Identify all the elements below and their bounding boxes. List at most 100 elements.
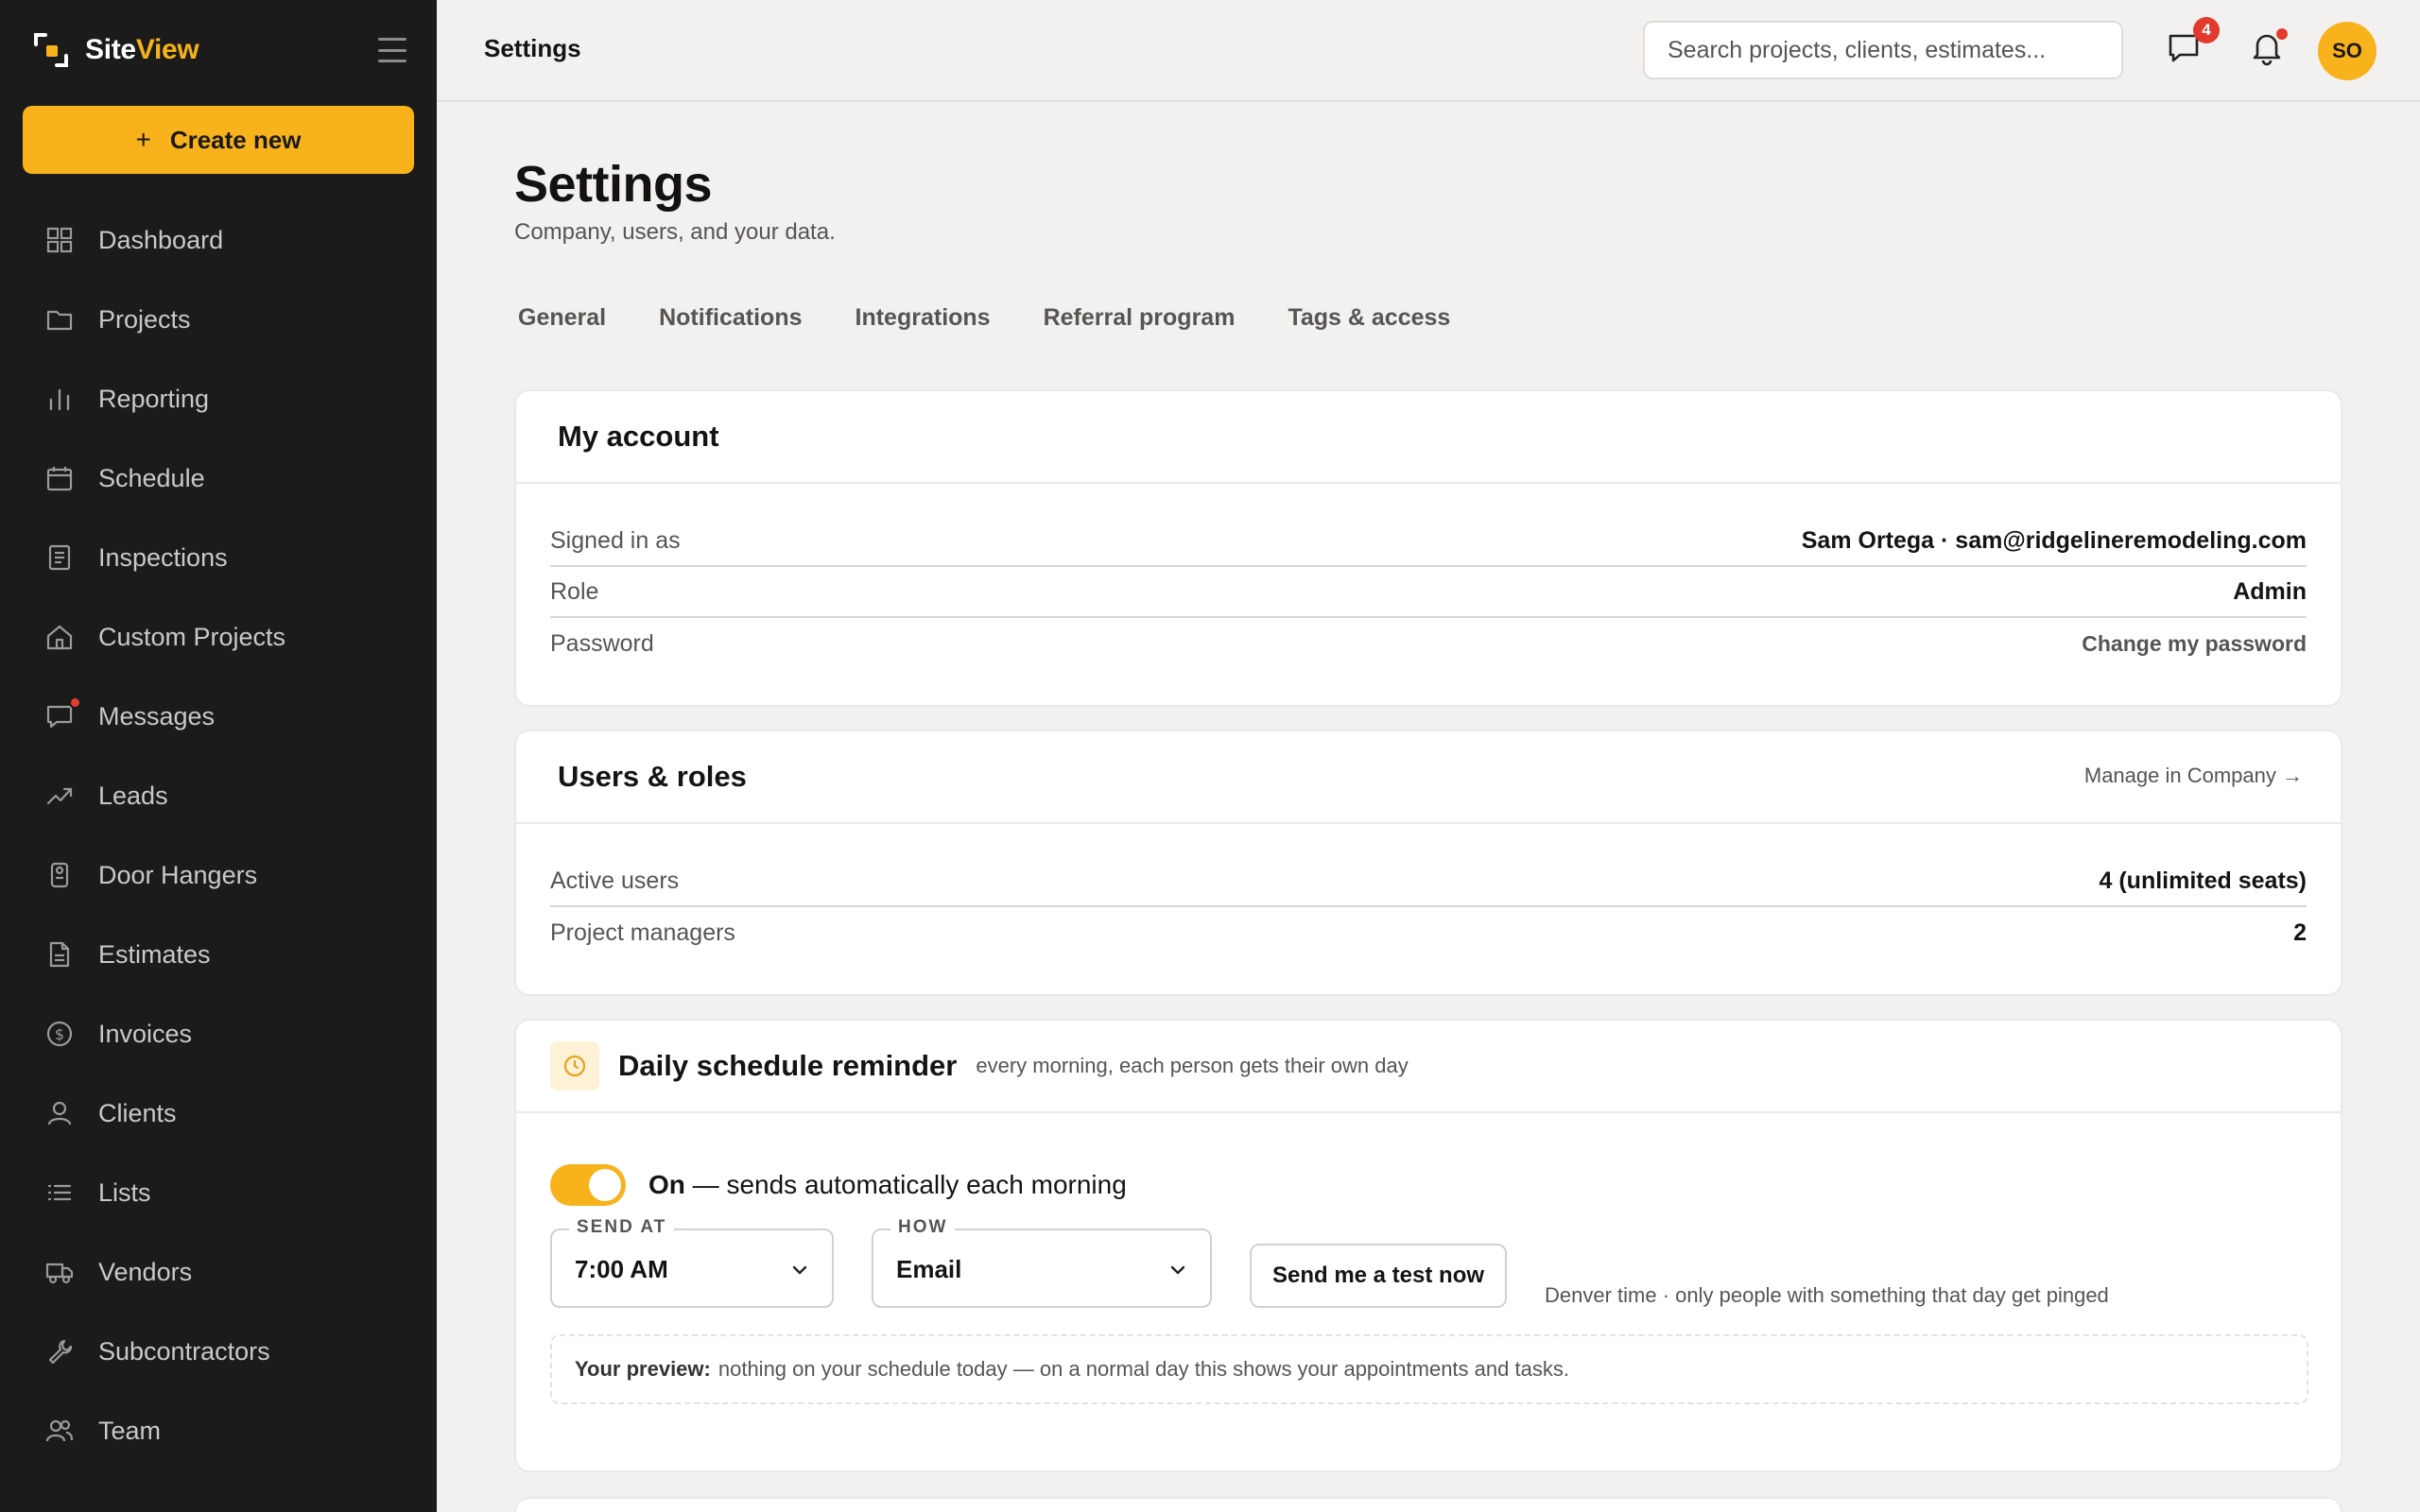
card-title: My account: [558, 420, 719, 453]
document-icon: [45, 940, 74, 969]
door-hanger-icon: [45, 861, 74, 889]
sidebar-item-label: Custom Projects: [98, 622, 286, 651]
team-icon: [45, 1417, 74, 1445]
bar-chart-icon: [45, 385, 74, 413]
users-row-project-managers: Project managers 2: [550, 907, 2307, 958]
row-label: Active users: [550, 867, 680, 894]
row-label: Signed in as: [550, 526, 681, 554]
topbar-title: Settings: [484, 34, 581, 62]
chevron-down-icon: [1170, 1265, 1185, 1275]
search-input[interactable]: [1643, 21, 2123, 79]
sidebar-item-label: Projects: [98, 304, 191, 334]
dashboard-icon: [45, 226, 74, 254]
row-label: Project managers: [550, 919, 735, 946]
card-title: Daily schedule reminder: [618, 1049, 958, 1082]
page-subtitle: Company, users, and your data.: [514, 219, 836, 245]
sidebar-item-leads[interactable]: Leads: [0, 756, 437, 835]
sidebar-item-reporting[interactable]: Reporting: [0, 359, 437, 438]
next-card: [514, 1497, 2342, 1512]
sidebar-item-invoices[interactable]: $ Invoices: [0, 994, 437, 1074]
avatar[interactable]: SO: [2318, 22, 2377, 80]
plus-icon: +: [135, 125, 151, 154]
sidebar-item-label: Dashboard: [98, 225, 224, 254]
brand-name: SiteView: [85, 34, 199, 65]
reminder-toggle[interactable]: [550, 1164, 626, 1206]
sidebar-item-vendors[interactable]: Vendors: [0, 1232, 437, 1312]
sidebar: SiteView + Create new Dashboard Projects…: [0, 0, 437, 1512]
sidebar-item-door-hangers[interactable]: Door Hangers: [0, 835, 437, 915]
my-account-card: My account Signed in as Sam Ortega · sam…: [514, 389, 2342, 707]
reminder-toggle-row: On — sends automatically each morning: [550, 1164, 1127, 1206]
notification-dot: [2276, 28, 2288, 40]
tab-general[interactable]: General: [518, 304, 606, 332]
preview-label: Your preview:: [575, 1357, 711, 1381]
tab-integrations[interactable]: Integrations: [856, 304, 991, 332]
menu-toggle-icon[interactable]: [378, 38, 406, 62]
sidebar-item-custom-projects[interactable]: Custom Projects: [0, 597, 437, 677]
sidebar-item-label: Clients: [98, 1098, 177, 1127]
card-subtitle: every morning, each person gets their ow…: [976, 1054, 1409, 1077]
card-header: Users & roles Manage in Company →: [516, 731, 2341, 824]
clock-icon: [550, 1041, 599, 1091]
card-header: My account: [516, 391, 2341, 484]
how-select[interactable]: HOW Email: [872, 1217, 1212, 1308]
change-password-link[interactable]: Change my password: [2082, 631, 2307, 657]
row-label: Role: [550, 577, 599, 605]
field-value: 7:00 AM: [575, 1255, 668, 1283]
sidebar-item-label: Subcontractors: [98, 1336, 270, 1366]
tab-referral-program[interactable]: Referral program: [1044, 304, 1236, 332]
sidebar-item-inspections[interactable]: Inspections: [0, 518, 437, 597]
sidebar-item-messages[interactable]: Messages: [0, 677, 437, 756]
sidebar-item-label: Invoices: [98, 1019, 193, 1048]
send-test-button[interactable]: Send me a test now: [1250, 1244, 1507, 1308]
sidebar-item-subcontractors[interactable]: Subcontractors: [0, 1312, 437, 1391]
sidebar-item-label: Lists: [98, 1177, 151, 1207]
preview-text: nothing on your schedule today — on a no…: [717, 1357, 1569, 1381]
timezone-note: Denver time · only people with something…: [1545, 1283, 2109, 1307]
sidebar-item-dashboard[interactable]: Dashboard: [0, 200, 437, 280]
sidebar-item-label: Inspections: [98, 542, 228, 572]
row-value: Admin: [2233, 577, 2307, 605]
manage-in-company-link[interactable]: Manage in Company →: [2084, 764, 2303, 788]
user-icon: [45, 1099, 74, 1127]
wrench-icon: [45, 1337, 74, 1366]
calendar-icon: [45, 464, 74, 492]
sidebar-item-clients[interactable]: Clients: [0, 1074, 437, 1153]
sidebar-item-projects[interactable]: Projects: [0, 280, 437, 359]
list-icon: [45, 1178, 74, 1207]
row-value: 4 (unlimited seats): [2099, 867, 2308, 894]
trending-up-icon: [45, 782, 74, 810]
users-row-active: Active users 4 (unlimited seats): [550, 856, 2307, 907]
sidebar-item-lists[interactable]: Lists: [0, 1153, 437, 1232]
siteview-logo-icon: [32, 31, 70, 69]
create-new-button[interactable]: + Create new: [23, 106, 414, 174]
sidebar-item-label: Door Hangers: [98, 860, 258, 889]
toggle-status-text: On — sends automatically each morning: [648, 1170, 1127, 1199]
notifications-button[interactable]: [2248, 28, 2290, 70]
account-row-password: Password Change my password: [550, 618, 2307, 669]
send-at-select[interactable]: SEND AT 7:00 AM: [550, 1217, 834, 1308]
sidebar-item-schedule[interactable]: Schedule: [0, 438, 437, 518]
chevron-down-icon: [792, 1265, 807, 1275]
field-label: HOW: [890, 1217, 956, 1238]
folder-icon: [45, 305, 74, 334]
daily-reminder-card: Daily schedule reminder every morning, e…: [514, 1019, 2342, 1472]
sidebar-item-estimates[interactable]: Estimates: [0, 915, 437, 994]
messages-button[interactable]: 4: [2165, 17, 2220, 70]
account-row-signed-in: Signed in as Sam Ortega · sam@ridgeliner…: [550, 516, 2307, 567]
field-value: Email: [896, 1255, 962, 1283]
toggle-knob: [589, 1169, 621, 1201]
sidebar-item-label: Messages: [98, 701, 216, 730]
sidebar-item-label: Vendors: [98, 1257, 193, 1286]
clipboard-icon: [45, 543, 74, 572]
message-icon: [45, 696, 81, 730]
sidebar-item-label: Estimates: [98, 939, 211, 969]
truck-icon: [45, 1258, 74, 1286]
brand[interactable]: SiteView: [32, 28, 199, 72]
tab-notifications[interactable]: Notifications: [659, 304, 802, 332]
reminder-preview: Your preview: nothing on your schedule t…: [550, 1334, 2308, 1404]
sidebar-item-team[interactable]: Team: [0, 1391, 437, 1470]
tab-tags-access[interactable]: Tags & access: [1288, 304, 1450, 332]
row-value: Sam Ortega · sam@ridgelineremodeling.com: [1801, 526, 2307, 554]
account-row-role: Role Admin: [550, 567, 2307, 618]
